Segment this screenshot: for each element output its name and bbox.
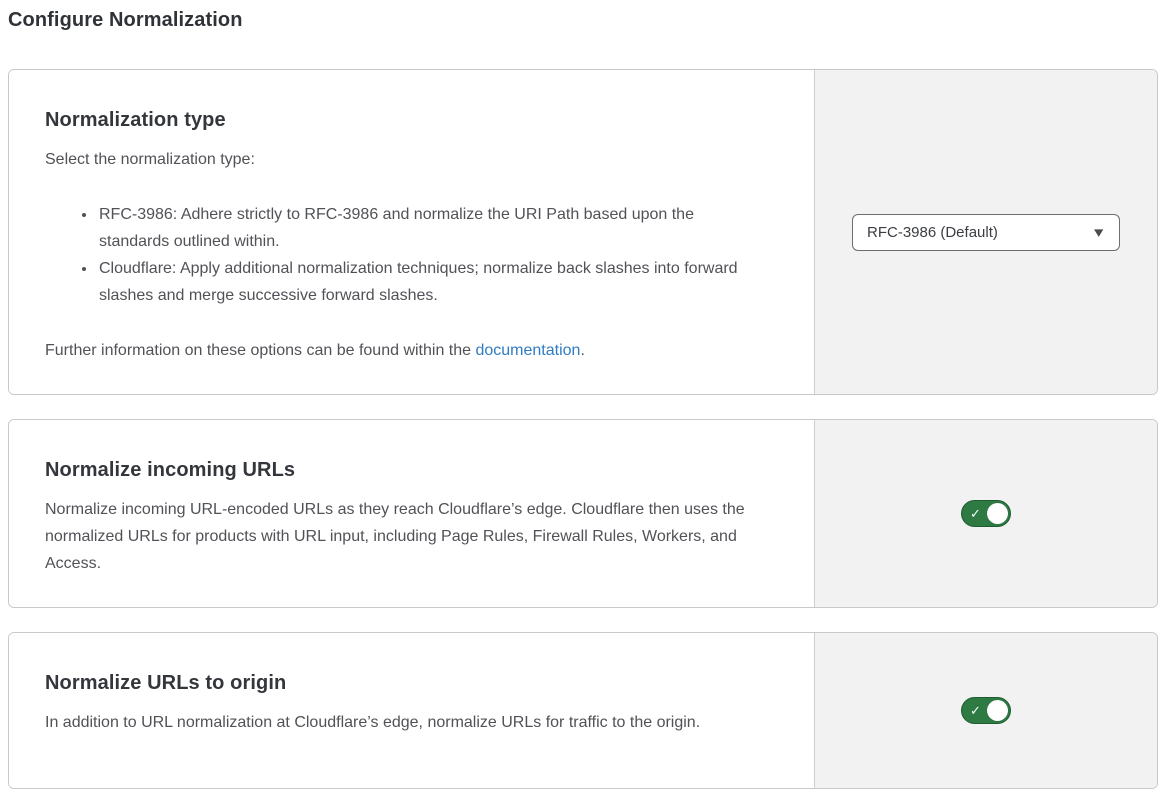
card-normalize-incoming-urls: Normalize incoming URLs Normalize incomi… xyxy=(8,419,1158,608)
normalize-urls-to-origin-toggle[interactable]: ✓ xyxy=(961,697,1011,724)
documentation-note-suffix: . xyxy=(580,342,584,359)
card-normalize-urls-to-origin-control-panel: ✓ xyxy=(815,633,1157,788)
documentation-note: Further information on these options can… xyxy=(45,337,774,364)
check-icon: ✓ xyxy=(970,507,981,520)
card-normalization-type-control-panel: RFC-3986 (Default) ▾ xyxy=(815,70,1157,394)
card-heading: Normalize URLs to origin xyxy=(45,669,774,697)
card-heading: Normalization type xyxy=(45,106,774,134)
card-normalization-type-content: Normalization type Select the normalizat… xyxy=(9,70,815,394)
chevron-down-icon: ▾ xyxy=(1095,225,1104,240)
card-intro: Select the normalization type: xyxy=(45,146,774,173)
configure-normalization-page: Configure Normalization Normalization ty… xyxy=(0,0,1167,789)
card-normalize-incoming-urls-content: Normalize incoming URLs Normalize incomi… xyxy=(9,420,815,607)
normalization-options-list: RFC-3986: Adhere strictly to RFC-3986 an… xyxy=(45,201,774,309)
card-normalize-urls-to-origin: Normalize URLs to origin In addition to … xyxy=(8,632,1158,789)
documentation-link[interactable]: documentation xyxy=(475,342,580,359)
documentation-note-prefix: Further information on these options can… xyxy=(45,342,475,359)
card-heading: Normalize incoming URLs xyxy=(45,456,774,484)
list-item-rfc-3986: RFC-3986: Adhere strictly to RFC-3986 an… xyxy=(97,201,767,255)
toggle-knob xyxy=(987,503,1008,524)
toggle-knob xyxy=(987,700,1008,721)
normalization-type-select[interactable]: RFC-3986 (Default) ▾ xyxy=(852,214,1120,251)
select-selected-value: RFC-3986 (Default) xyxy=(867,224,998,241)
check-icon: ✓ xyxy=(970,704,981,717)
card-normalize-incoming-urls-control-panel: ✓ xyxy=(815,420,1157,607)
card-normalize-urls-to-origin-content: Normalize URLs to origin In addition to … xyxy=(9,633,815,788)
page-title: Configure Normalization xyxy=(8,8,1158,33)
normalize-incoming-urls-toggle[interactable]: ✓ xyxy=(961,500,1011,527)
card-description: Normalize incoming URL-encoded URLs as t… xyxy=(45,496,771,577)
card-normalization-type: Normalization type Select the normalizat… xyxy=(8,69,1158,395)
card-description: In addition to URL normalization at Clou… xyxy=(45,709,745,736)
list-item-cloudflare: Cloudflare: Apply additional normalizati… xyxy=(97,255,767,309)
